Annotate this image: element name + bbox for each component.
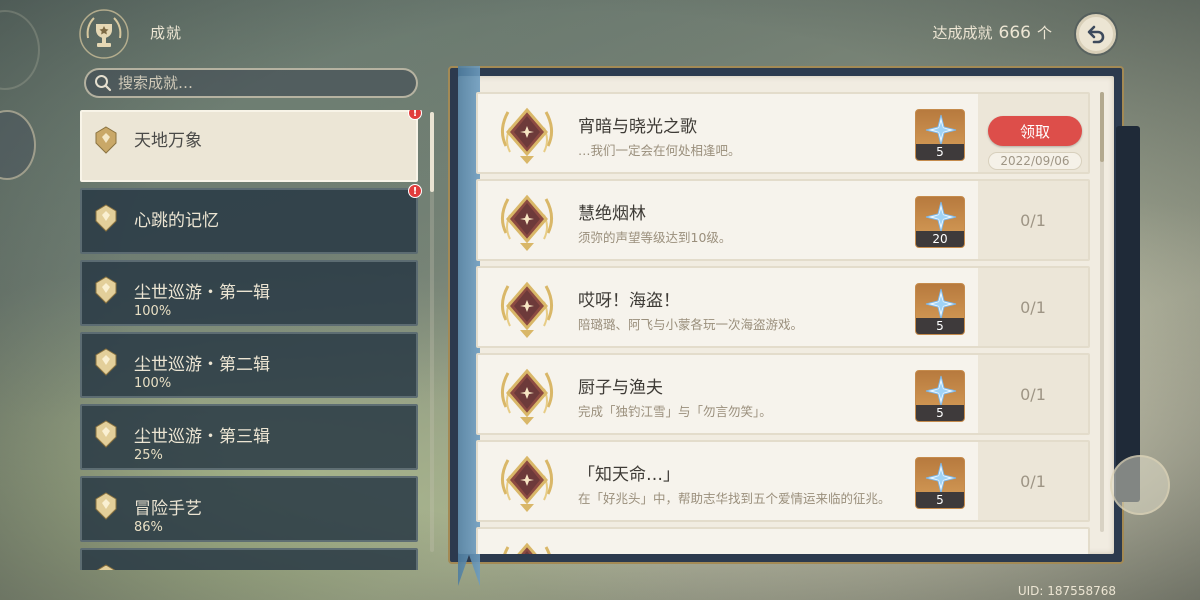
achievement-progress: 0/1 [1020,297,1046,317]
corner-decoration [1110,455,1170,515]
achievement-title: 「知天命…」 [578,465,680,485]
achievement-medal-icon [501,455,553,512]
category-name: 天地万象 [134,131,202,151]
category-name: 心跳的记忆 [134,211,219,231]
alert-badge: ! [408,184,422,198]
category-percent: 86% [134,520,163,535]
category-scrollbar[interactable] [430,112,434,552]
book-spine [1116,126,1140,502]
search-bar[interactable] [84,68,418,98]
achievement-title: 慧绝烟林 [578,204,646,224]
primogem-icon [925,201,957,233]
status-area: 0/1 [978,268,1088,346]
category-name: 尘世巡游・第二辑 [134,355,270,375]
category-name: 英雄之旅 [134,566,202,570]
total-unit: 个 [1036,24,1052,42]
achievement-row[interactable]: 哎呀！海盗！ 陪璐璐、阿飞与小蒙各玩一次海盗游戏。 5 0/1 [476,266,1090,348]
side-avatar-decoration [0,110,36,180]
achievement-trophy-icon [78,8,130,60]
category-badge-icon [95,420,117,448]
back-button[interactable] [1076,14,1116,54]
achievement-title: 哎呀！海盗！ [578,291,680,311]
category-list: 天地万象 ! 心跳的记忆 ! 尘世巡游・第一辑 100% 尘世巡游・第二辑 10… [80,110,422,570]
category-badge-icon [95,348,117,376]
primogem-reward: 5 [915,457,965,509]
background-decoration [0,10,40,90]
scrollbar-thumb[interactable] [1100,92,1104,162]
achievement-description: 陪璐璐、阿飞与小蒙各玩一次海盗游戏。 [578,317,804,332]
completion-date: 2022/09/06 [988,152,1082,170]
primogem-reward: 5 [915,109,965,161]
scrollbar-thumb[interactable] [430,112,434,192]
search-input[interactable] [118,74,398,92]
achievement-medal-icon [501,194,553,251]
status-area: 0/1 [978,355,1088,433]
reward-quantity: 20 [916,231,964,247]
achievement-progress: 0/1 [1020,384,1046,404]
alert-badge: ! [408,110,422,120]
achievement-row[interactable]: 宵暗与晓光之歌 …我们一定会在何处相逢吧。 5 领取 2022/09/06 [476,92,1090,174]
achievement-title: 宵暗与晓光之歌 [578,117,697,137]
category-percent: 25% [134,448,163,463]
category-badge-icon [95,204,117,232]
status-area: 0/1 [978,442,1088,520]
achievement-progress: 0/1 [1020,471,1046,491]
achievement-medal-icon [503,542,551,554]
search-icon [95,75,112,92]
category-item[interactable]: 尘世巡游・第二辑 100% [80,332,418,398]
achievement-description: 完成「独钓江雪」与「勿言勿笑」。 [578,404,772,419]
category-item[interactable]: 英雄之旅 [80,548,418,570]
category-item[interactable]: 尘世巡游・第三辑 25% [80,404,418,470]
primogem-reward: 5 [915,283,965,335]
achievement-medal-icon [501,107,553,164]
status-area: 0/1 [978,181,1088,259]
achievement-row[interactable]: 慧绝烟林 须弥的声望等级达到10级。 20 0/1 [476,179,1090,261]
category-badge-icon [96,564,116,570]
achievement-medal-icon [501,281,553,338]
achievement-row[interactable]: 「知天命…」 在「好兆头」中，帮助志华找到五个爱情运来临的征兆。 5 0/1 [476,440,1090,522]
reward-quantity: 5 [916,144,964,160]
achievement-list: 宵暗与晓光之歌 …我们一定会在何处相逢吧。 5 领取 2022/09/06 慧绝… [476,92,1090,554]
total-count: 666 [998,23,1031,43]
achievement-description: 在「好兆头」中，帮助志华找到五个爱情运来临的征兆。 [578,491,891,506]
primogem-icon [925,375,957,407]
primogem-icon [925,288,957,320]
category-badge-icon [95,492,117,520]
primogem-icon [925,114,957,146]
category-badge-icon [95,276,117,304]
category-item[interactable]: 心跳的记忆 ! [80,184,422,254]
achievement-title: 厨子与渔夫 [578,378,663,398]
category-name: 冒险手艺 [134,499,202,519]
primogem-reward: 20 [915,196,965,248]
category-badge-icon [95,126,117,154]
primogem-icon [925,462,957,494]
achievement-progress: 0/1 [1020,210,1046,230]
total-label: 达成成就 [932,24,993,42]
achievement-medal-icon [501,368,553,425]
achievement-scrollbar[interactable] [1100,92,1104,532]
achievement-total: 达成成就 666 个 [933,22,1052,43]
uid-label: UID: 187558768 [1017,584,1116,598]
claim-button[interactable]: 领取 [988,116,1082,146]
achievement-row[interactable]: 厨子与渔夫 完成「独钓江雪」与「勿言勿笑」。 5 0/1 [476,353,1090,435]
category-percent: 100% [134,376,172,391]
achievement-description: …我们一定会在何处相逢吧。 [578,143,741,158]
reward-quantity: 5 [916,318,964,334]
achievement-row[interactable] [476,527,1090,554]
category-item[interactable]: 冒险手艺 86% [80,476,418,542]
achievement-description: 须弥的声望等级达到10级。 [578,230,732,245]
reward-quantity: 5 [916,405,964,421]
page-title: 成就 [150,24,183,42]
back-arrow-icon [1087,25,1105,44]
primogem-reward: 5 [915,370,965,422]
reward-quantity: 5 [916,492,964,508]
category-item[interactable]: 尘世巡游・第一辑 100% [80,260,418,326]
status-area: 领取 2022/09/06 [978,94,1088,172]
category-name: 尘世巡游・第一辑 [134,283,270,303]
category-item[interactable]: 天地万象 ! [80,110,422,182]
category-percent: 100% [134,304,172,319]
category-name: 尘世巡游・第三辑 [134,427,270,447]
